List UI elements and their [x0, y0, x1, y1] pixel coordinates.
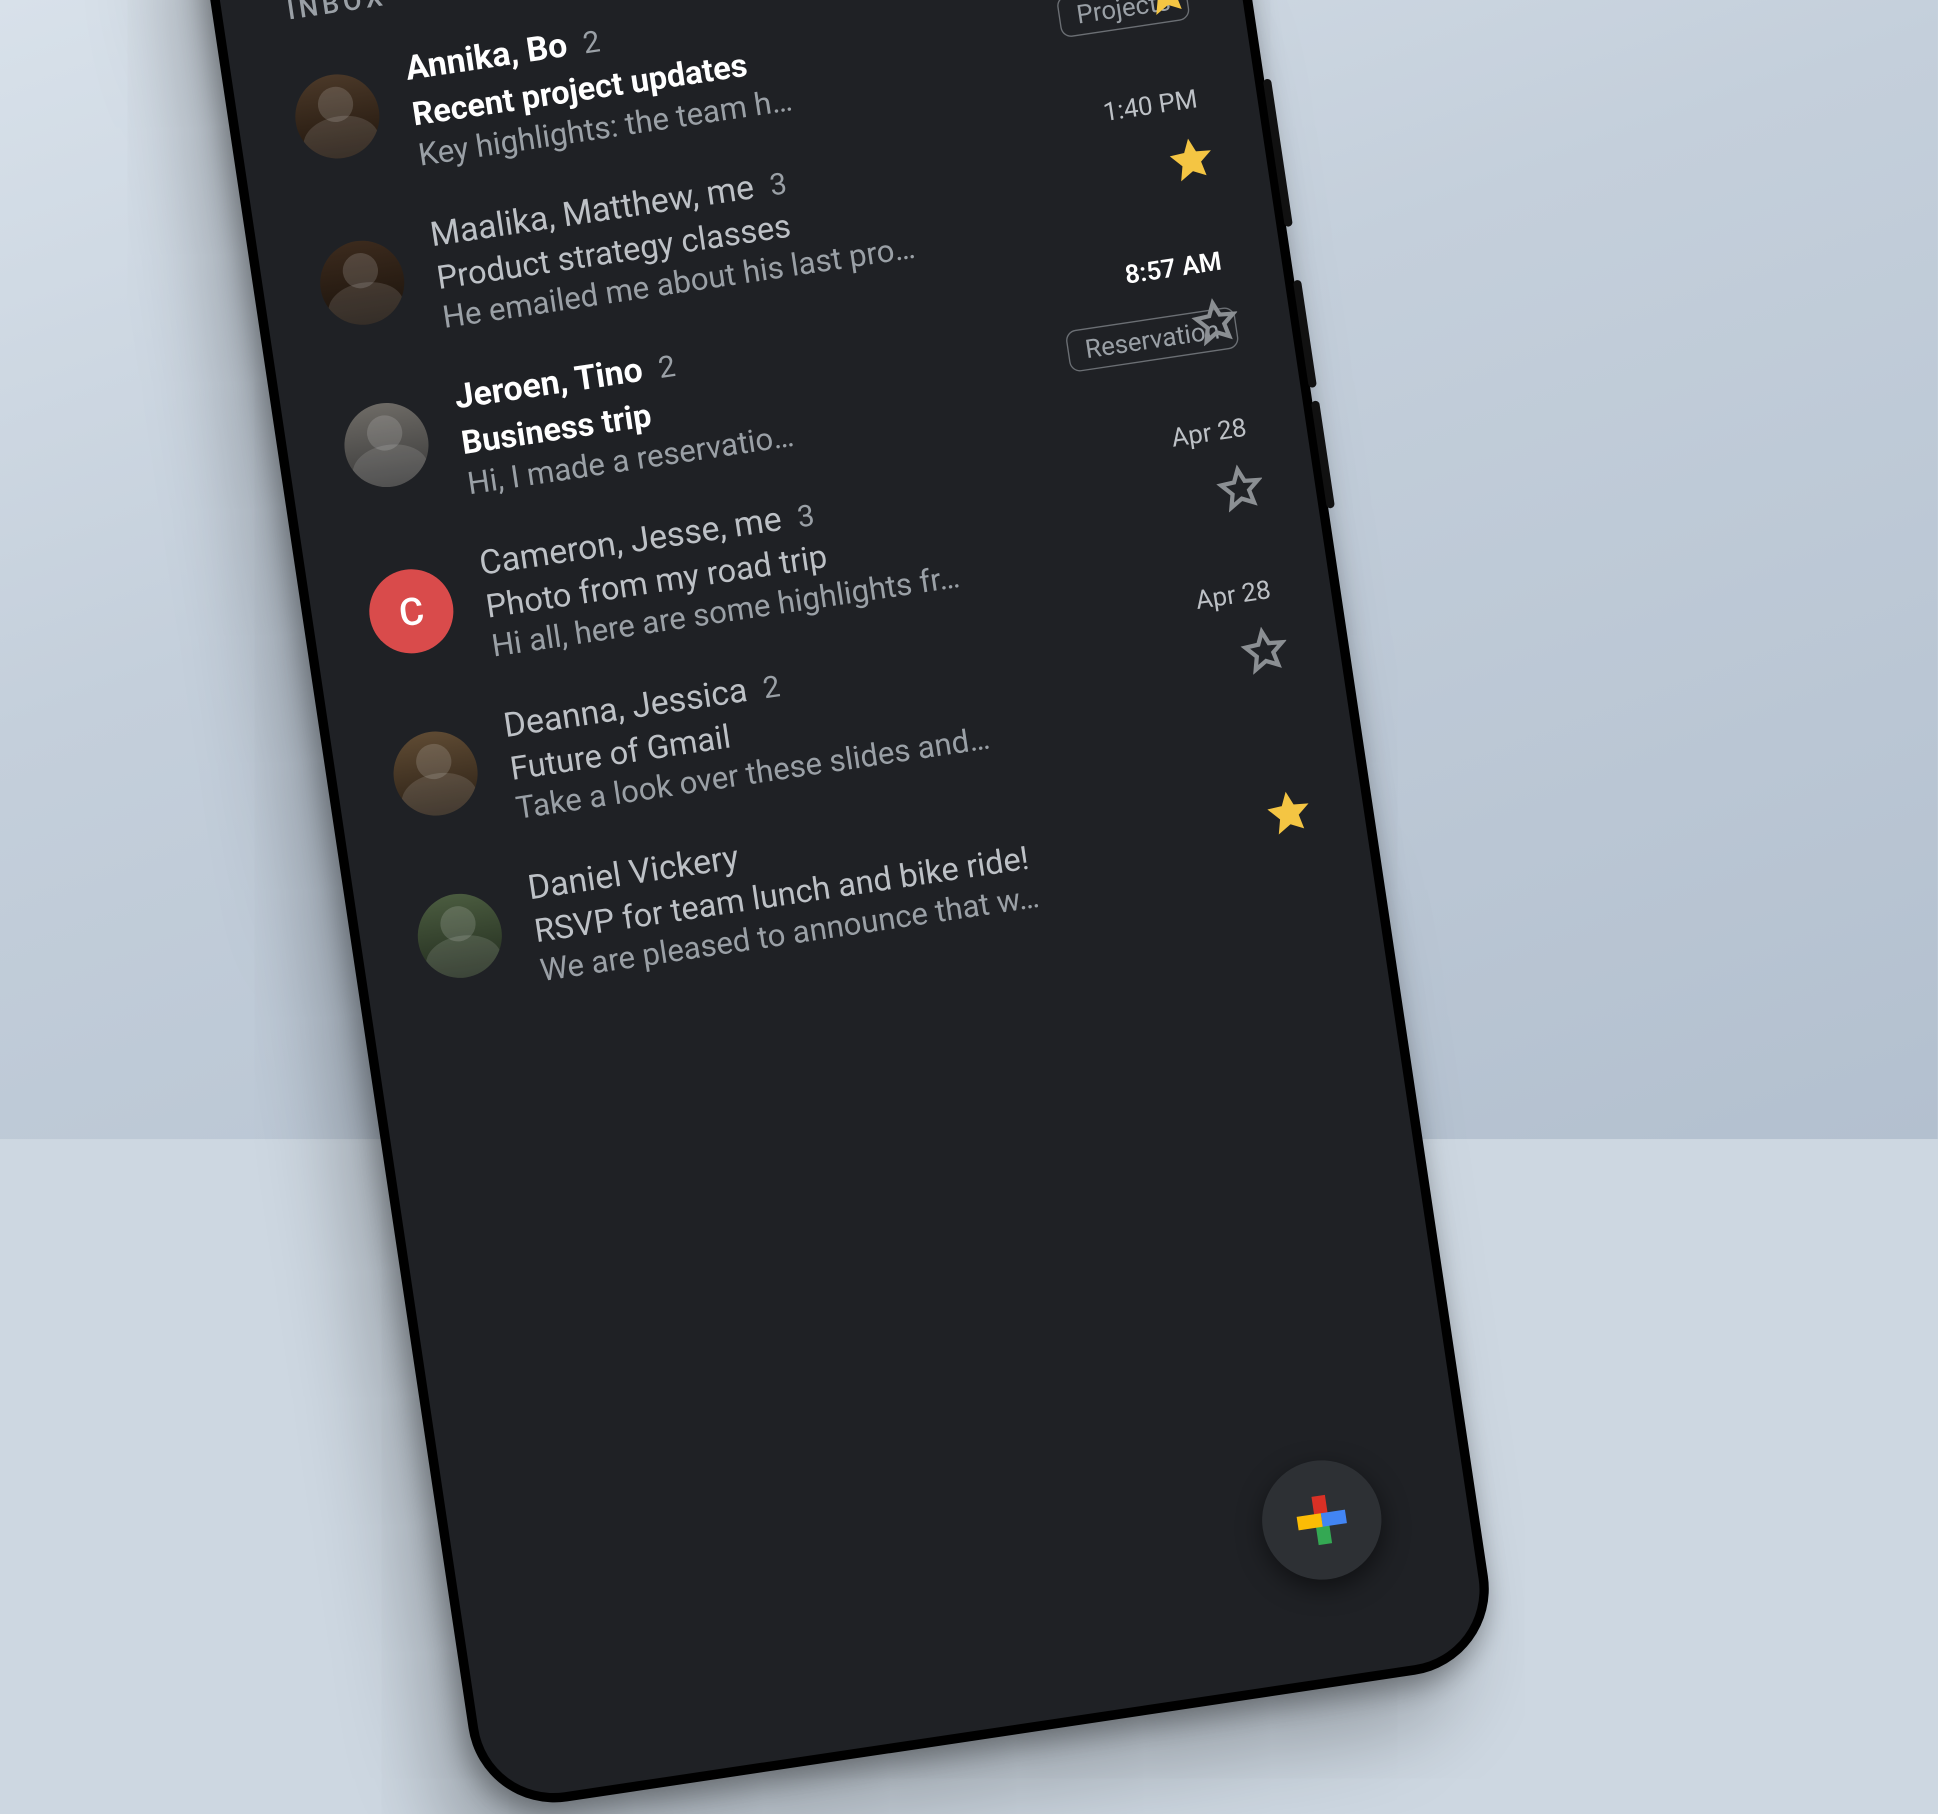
thread-count: 3	[768, 168, 790, 204]
thread-count: 2	[581, 25, 603, 61]
thread-count: 3	[795, 499, 817, 535]
avatar[interactable]	[339, 397, 435, 493]
thread-count: 2	[656, 350, 678, 386]
star-icon[interactable]	[1189, 295, 1241, 347]
plus-icon	[1294, 1492, 1349, 1547]
star-icon[interactable]	[1238, 624, 1290, 676]
avatar[interactable]	[412, 888, 508, 984]
avatar[interactable]: C	[364, 564, 460, 660]
star-icon[interactable]	[1165, 133, 1217, 185]
avatar[interactable]	[290, 69, 386, 165]
avatar[interactable]	[314, 235, 410, 331]
avatar[interactable]	[388, 726, 484, 822]
star-icon[interactable]	[1214, 461, 1266, 513]
thread-count: 2	[761, 670, 783, 706]
star-icon[interactable]	[1262, 786, 1314, 838]
section-label-inbox: INBOX	[285, 0, 389, 26]
